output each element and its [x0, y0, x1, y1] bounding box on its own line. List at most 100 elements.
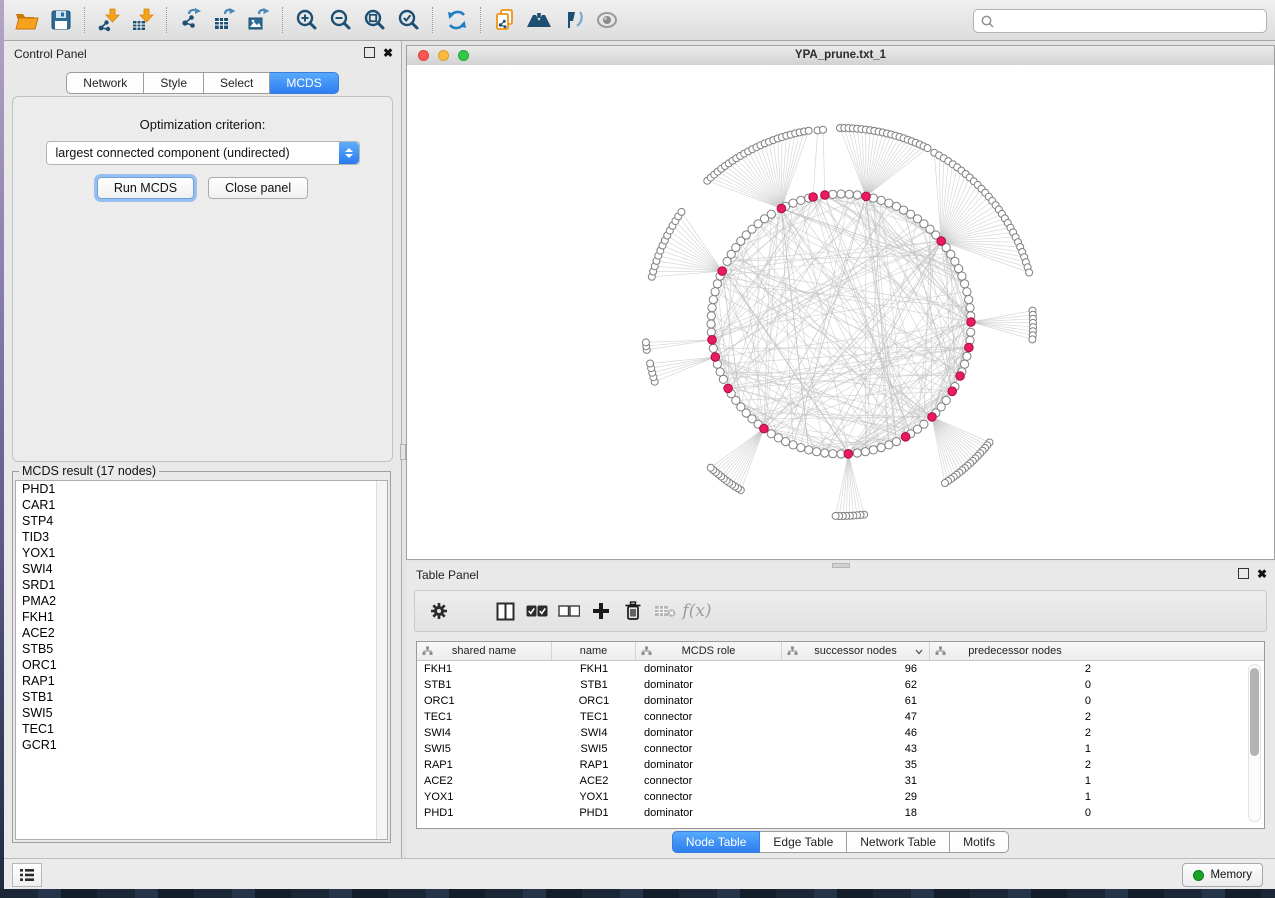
- table-row[interactable]: ACE2ACE2connector311: [417, 773, 1264, 789]
- mcds-result-item[interactable]: ORC1: [16, 657, 387, 673]
- criterion-select[interactable]: largest connected component (undirected): [46, 141, 360, 165]
- sort-chevron-icon[interactable]: [915, 649, 923, 655]
- main-toolbar: [4, 0, 1275, 41]
- table-row[interactable]: SWI4SWI4dominator462: [417, 725, 1264, 741]
- refresh-layout-button[interactable]: [440, 4, 474, 36]
- duplicate-network-button[interactable]: [488, 4, 522, 36]
- mcds-result-item[interactable]: FKH1: [16, 609, 387, 625]
- mcds-result-item[interactable]: STP4: [16, 513, 387, 529]
- column-header-shared-name[interactable]: shared name: [417, 642, 552, 660]
- column-header-mcds-role[interactable]: MCDS role: [636, 642, 782, 660]
- export-image-button[interactable]: [242, 4, 276, 36]
- mcds-result-item[interactable]: STB1: [16, 689, 387, 705]
- tab-network[interactable]: Network: [66, 72, 144, 94]
- toolbar-separator: [480, 7, 482, 33]
- network-window-title: YPA_prune.txt_1: [407, 49, 1274, 61]
- mcds-result-item[interactable]: CAR1: [16, 497, 387, 513]
- show-column-button[interactable]: [489, 596, 521, 626]
- delete-table-button[interactable]: [649, 596, 681, 626]
- tab-select[interactable]: Select: [204, 72, 270, 94]
- mcds-result-item[interactable]: STB5: [16, 641, 387, 657]
- mcds-result-item[interactable]: PMA2: [16, 593, 387, 609]
- table-settings-button[interactable]: [423, 596, 455, 626]
- delete-column-button[interactable]: [617, 596, 649, 626]
- mcds-result-item[interactable]: SWI4: [16, 561, 387, 577]
- hide-graphics-details-button[interactable]: [556, 4, 590, 36]
- show-graphics-details-button[interactable]: [590, 4, 624, 36]
- function-builder-button[interactable]: f(x): [681, 596, 713, 626]
- search-input[interactable]: [998, 11, 1266, 31]
- table-scrollbar-thumb[interactable]: [1250, 668, 1259, 756]
- table-row[interactable]: TEC1TEC1connector472: [417, 709, 1264, 725]
- table-row[interactable]: YOX1YOX1connector291: [417, 789, 1264, 805]
- eye-icon: [594, 10, 620, 30]
- mcds-result-item[interactable]: YOX1: [16, 545, 387, 561]
- table-row[interactable]: ORC1ORC1dominator610: [417, 693, 1264, 709]
- float-panel-icon[interactable]: [364, 47, 375, 58]
- import-network-button[interactable]: [92, 4, 126, 36]
- open-folder-icon: [14, 9, 40, 31]
- table-row[interactable]: STB1STB1dominator620: [417, 677, 1264, 693]
- mcds-result-scrollbar[interactable]: [376, 481, 387, 839]
- zoom-in-button[interactable]: [290, 4, 324, 36]
- tab-mcds[interactable]: MCDS: [270, 72, 338, 94]
- run-mcds-button[interactable]: Run MCDS: [97, 177, 194, 199]
- table-scrollbar[interactable]: [1248, 664, 1261, 822]
- column-type-icon: [935, 646, 946, 656]
- close-panel-button[interactable]: Close panel: [208, 177, 308, 199]
- export-network-button[interactable]: [174, 4, 208, 36]
- float-table-panel-icon[interactable]: [1238, 568, 1249, 579]
- mcds-result-item[interactable]: PHD1: [16, 481, 387, 497]
- mcds-result-item[interactable]: SRD1: [16, 577, 387, 593]
- unchecked-boxes-icon: [558, 605, 580, 617]
- column-header-predecessor-nodes[interactable]: predecessor nodes: [930, 642, 1100, 660]
- table-row[interactable]: RAP1RAP1dominator352: [417, 757, 1264, 773]
- tab-edge-table[interactable]: Edge Table: [760, 831, 847, 853]
- search-field[interactable]: [973, 9, 1267, 33]
- table-row[interactable]: PHD1PHD1dominator180: [417, 805, 1264, 821]
- plus-icon: [592, 602, 610, 620]
- close-table-panel-icon[interactable]: ✖: [1257, 569, 1267, 579]
- memory-label: Memory: [1210, 869, 1252, 881]
- trash-icon: [624, 601, 642, 621]
- deselect-all-button[interactable]: [553, 596, 585, 626]
- search-network-button[interactable]: [522, 4, 556, 36]
- memory-button[interactable]: Memory: [1182, 863, 1263, 887]
- show-task-history-button[interactable]: [12, 863, 42, 887]
- select-all-button[interactable]: [521, 596, 553, 626]
- select-spinner-icon: [339, 142, 359, 164]
- create-column-button[interactable]: [585, 596, 617, 626]
- column-header-name[interactable]: name: [552, 642, 636, 660]
- zoom-selected-button[interactable]: [392, 4, 426, 36]
- toolbar-separator: [84, 7, 86, 33]
- import-network-icon: [97, 8, 121, 32]
- network-canvas[interactable]: [407, 65, 1274, 559]
- mcds-options-panel: Optimization criterion: largest connecte…: [12, 96, 393, 462]
- open-file-button[interactable]: [10, 4, 44, 36]
- table-row[interactable]: FKH1FKH1dominator962: [417, 661, 1264, 677]
- node-table: shared namenameMCDS rolesuccessor nodesp…: [416, 641, 1265, 829]
- tab-network-table[interactable]: Network Table: [847, 831, 950, 853]
- tab-style[interactable]: Style: [144, 72, 204, 94]
- tab-node-table[interactable]: Node Table: [672, 831, 761, 853]
- mcds-result-item[interactable]: TEC1: [16, 721, 387, 737]
- column-header-successor-nodes[interactable]: successor nodes: [782, 642, 930, 660]
- export-table-button[interactable]: [208, 4, 242, 36]
- toolbar-separator: [432, 7, 434, 33]
- mcds-result-item[interactable]: GCR1: [16, 737, 387, 753]
- duplicate-network-icon: [493, 8, 517, 32]
- zoom-fit-button[interactable]: [358, 4, 392, 36]
- export-image-icon: [247, 8, 271, 32]
- mcds-result-item[interactable]: ACE2: [16, 625, 387, 641]
- mcds-result-item[interactable]: SWI5: [16, 705, 387, 721]
- close-panel-icon[interactable]: ✖: [383, 48, 393, 58]
- mcds-result-item[interactable]: RAP1: [16, 673, 387, 689]
- import-table-button[interactable]: [126, 4, 160, 36]
- zoom-in-icon: [295, 8, 319, 32]
- tab-motifs[interactable]: Motifs: [950, 831, 1009, 853]
- table-row[interactable]: SWI5SWI5connector431: [417, 741, 1264, 757]
- network-window-titlebar[interactable]: YPA_prune.txt_1: [407, 46, 1274, 66]
- mcds-result-item[interactable]: TID3: [16, 529, 387, 545]
- zoom-out-button[interactable]: [324, 4, 358, 36]
- save-session-button[interactable]: [44, 4, 78, 36]
